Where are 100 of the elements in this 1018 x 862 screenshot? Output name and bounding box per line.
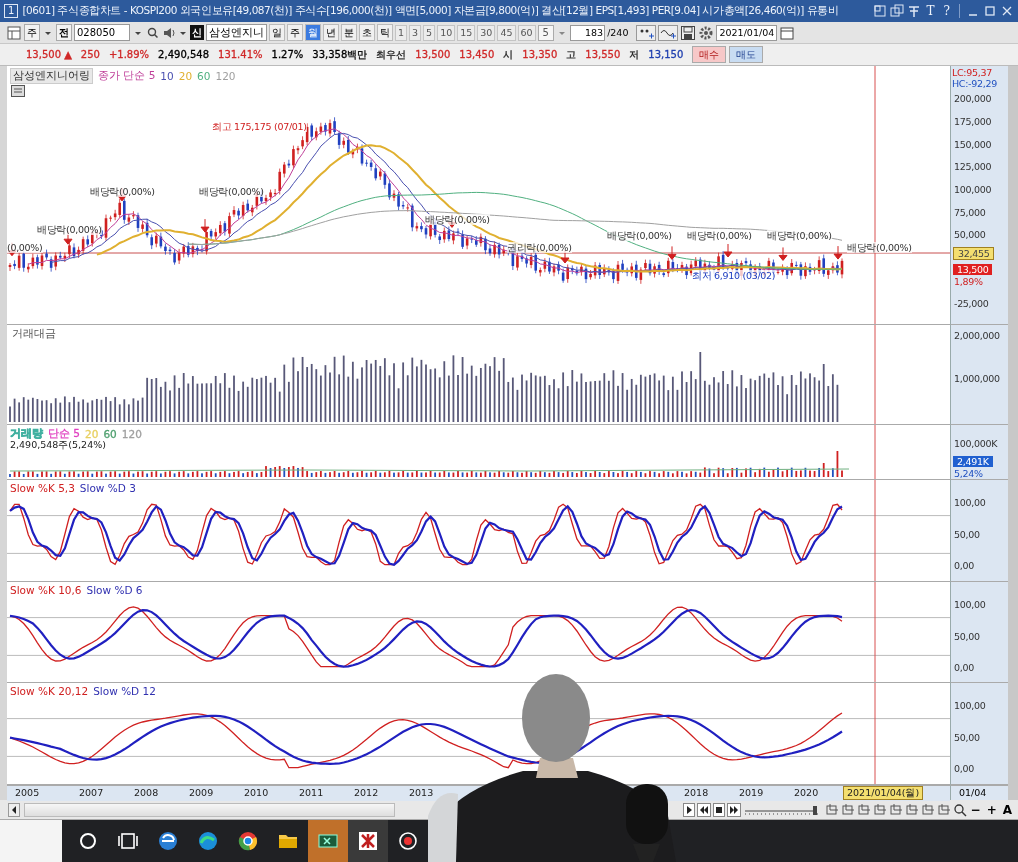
event-label: 권리락(0,00%)	[507, 242, 572, 254]
legend-label: 20	[85, 428, 99, 441]
interval-button[interactable]: 10	[437, 24, 456, 41]
quote-value: +1.89%	[108, 49, 150, 61]
legend-label: 120	[215, 70, 236, 83]
window-title: [0601] 주식종합차트 - KOSPI200 외국인보유[49,087(천)] 주식수[196,000(천)] 액면[5,000] 자본금[9,800(억)] 결산[12월] EPS[1,493] PER[9.04] 시가총액[26,460(억)] 유통비	[22, 3, 840, 18]
bar-count-field[interactable]: 183	[570, 24, 606, 41]
period-tab[interactable]: 틱	[377, 24, 393, 42]
zoom-tool-button[interactable]: −	[968, 802, 983, 817]
axis-tick-label: 2008	[134, 787, 159, 799]
date-field[interactable]: 2021/01/04	[716, 24, 778, 41]
sell-button[interactable]: 매도	[729, 46, 764, 64]
axis-tick-label: 50,00	[954, 731, 980, 743]
legend-label: 120	[121, 428, 142, 441]
quote-value: 13,500	[415, 49, 451, 61]
interval-value-field[interactable]: 5	[537, 24, 554, 41]
title-tool-button[interactable]: ?	[940, 3, 953, 18]
quote-value: 13,350	[522, 49, 558, 61]
axis-tick-label: 150,000	[954, 138, 992, 150]
event-label: 배당락(0,00%)	[687, 230, 752, 242]
quote-value: 13,150	[648, 49, 684, 61]
axis-tick-label: 0,00	[954, 560, 974, 572]
interval-button[interactable]: 45	[497, 24, 516, 41]
window-number-badge: 1	[4, 3, 19, 18]
axis-tick-label: 2009	[189, 787, 214, 799]
axis-tick-label: 2007	[79, 787, 104, 799]
last-price-badge: 13,500	[953, 264, 993, 276]
legend-label: 거래량	[10, 427, 43, 441]
legend-label: 60	[197, 70, 211, 83]
axis-tick-label: 50,00	[954, 528, 980, 540]
interval-button[interactable]: 5	[423, 24, 436, 41]
quote-value: 131.41%	[218, 49, 263, 61]
stock-name-field[interactable]: 삼성엔지니	[206, 24, 267, 42]
new-badge: 신	[190, 25, 204, 41]
axis-tick-label: 1,000,000	[954, 373, 1000, 385]
legend-label: 종가 단순 5	[98, 69, 156, 84]
prefix-button[interactable]: 전	[56, 24, 72, 42]
axis-tick-label: 2013	[409, 787, 434, 799]
interval-button[interactable]: 30	[477, 24, 496, 41]
period-tab[interactable]: 일	[269, 24, 285, 42]
event-label: 배당락(0,00%)	[847, 242, 912, 254]
quote-value: 최우선	[376, 47, 407, 62]
volume-info-label: 2,490,548주(5,24%)	[10, 439, 106, 453]
quote-value: 고	[566, 47, 577, 62]
axis-tick-label: 100,000	[954, 184, 992, 195]
quote-value: 시	[503, 47, 514, 62]
event-label: 배당락(0,00%)	[37, 224, 102, 236]
legend-label: 60	[103, 428, 117, 441]
axis-tick-label: 2019	[739, 787, 764, 799]
period-tab[interactable]: 주	[287, 24, 303, 42]
market-dropdown[interactable]: 주	[24, 24, 40, 42]
axis-tick-label: 100,000K	[954, 438, 998, 450]
interval-button[interactable]: 3	[409, 24, 422, 41]
price-extreme-label: 최저 6,910 (03/02)	[692, 270, 776, 282]
quote-value: 13,500 ▲	[26, 49, 72, 61]
period-tab[interactable]: 년	[323, 24, 339, 42]
legend-label: Slow %D 6	[86, 584, 143, 597]
zoom-tool-button[interactable]: +	[984, 802, 999, 817]
event-label: (0,00%)	[7, 242, 43, 254]
title-tool-button[interactable]: T	[923, 3, 938, 18]
hc-value-label: HC:-92,29	[952, 78, 997, 90]
volume-ratio-label: 5,24%	[954, 468, 983, 480]
legend-label: Slow %K 5,3	[10, 482, 75, 495]
axis-tick-label: 50,000	[954, 229, 986, 241]
chart-name-label: 삼성엔지니어링	[10, 68, 93, 85]
quote-value: 250	[80, 49, 100, 61]
legend-label: Slow %D 12	[93, 685, 156, 698]
axis-tick-label: 2012	[354, 787, 379, 799]
axis-tick-label: 2010	[244, 787, 269, 799]
period-tab[interactable]: 월	[305, 24, 321, 42]
axis-tick-label: 175,000	[954, 115, 992, 127]
axis-tick-label: 100,00	[954, 700, 986, 712]
legend-label: 10	[160, 70, 174, 83]
legend-label: Slow %K 10,6	[10, 584, 82, 597]
period-tab[interactable]: 분	[341, 24, 357, 42]
event-label: 배당락(0,00%)	[90, 186, 155, 198]
axis-tick-label: 0,00	[954, 662, 974, 674]
volume-badge: 2,491K	[953, 456, 993, 468]
axis-tick-label: 100,00	[954, 497, 986, 509]
panel-title: 거래대금	[11, 327, 57, 342]
quote-value: 1.27%	[271, 49, 304, 61]
event-label: 배당락(0,00%)	[425, 214, 490, 226]
interval-button[interactable]: 15	[457, 24, 476, 41]
axis-tick-label: -25,000	[954, 297, 989, 309]
stock-code-field[interactable]: 028050	[74, 24, 130, 42]
interval-button[interactable]: 60	[517, 24, 536, 41]
buy-button[interactable]: 매수	[692, 46, 727, 64]
quote-value: 33,358백만	[312, 47, 368, 62]
legend-label: 20	[178, 70, 193, 83]
current-price-badge: 32,455	[953, 247, 995, 261]
axis-tick-label: 100,00	[954, 599, 986, 611]
quote-value: 13,450	[459, 49, 495, 61]
event-label: 배당락(0,00%)	[607, 230, 672, 242]
interval-button[interactable]: 1	[395, 24, 408, 41]
axis-tick-label: 2011	[299, 787, 324, 799]
legend-label: 단순 5	[48, 427, 81, 441]
period-tab[interactable]: 초	[359, 24, 375, 42]
cursor-date-badge: 2021/01/04(월)	[843, 786, 924, 801]
zoom-tool-button[interactable]: A	[1000, 802, 1014, 817]
axis-tick-label: 2018	[684, 787, 709, 799]
